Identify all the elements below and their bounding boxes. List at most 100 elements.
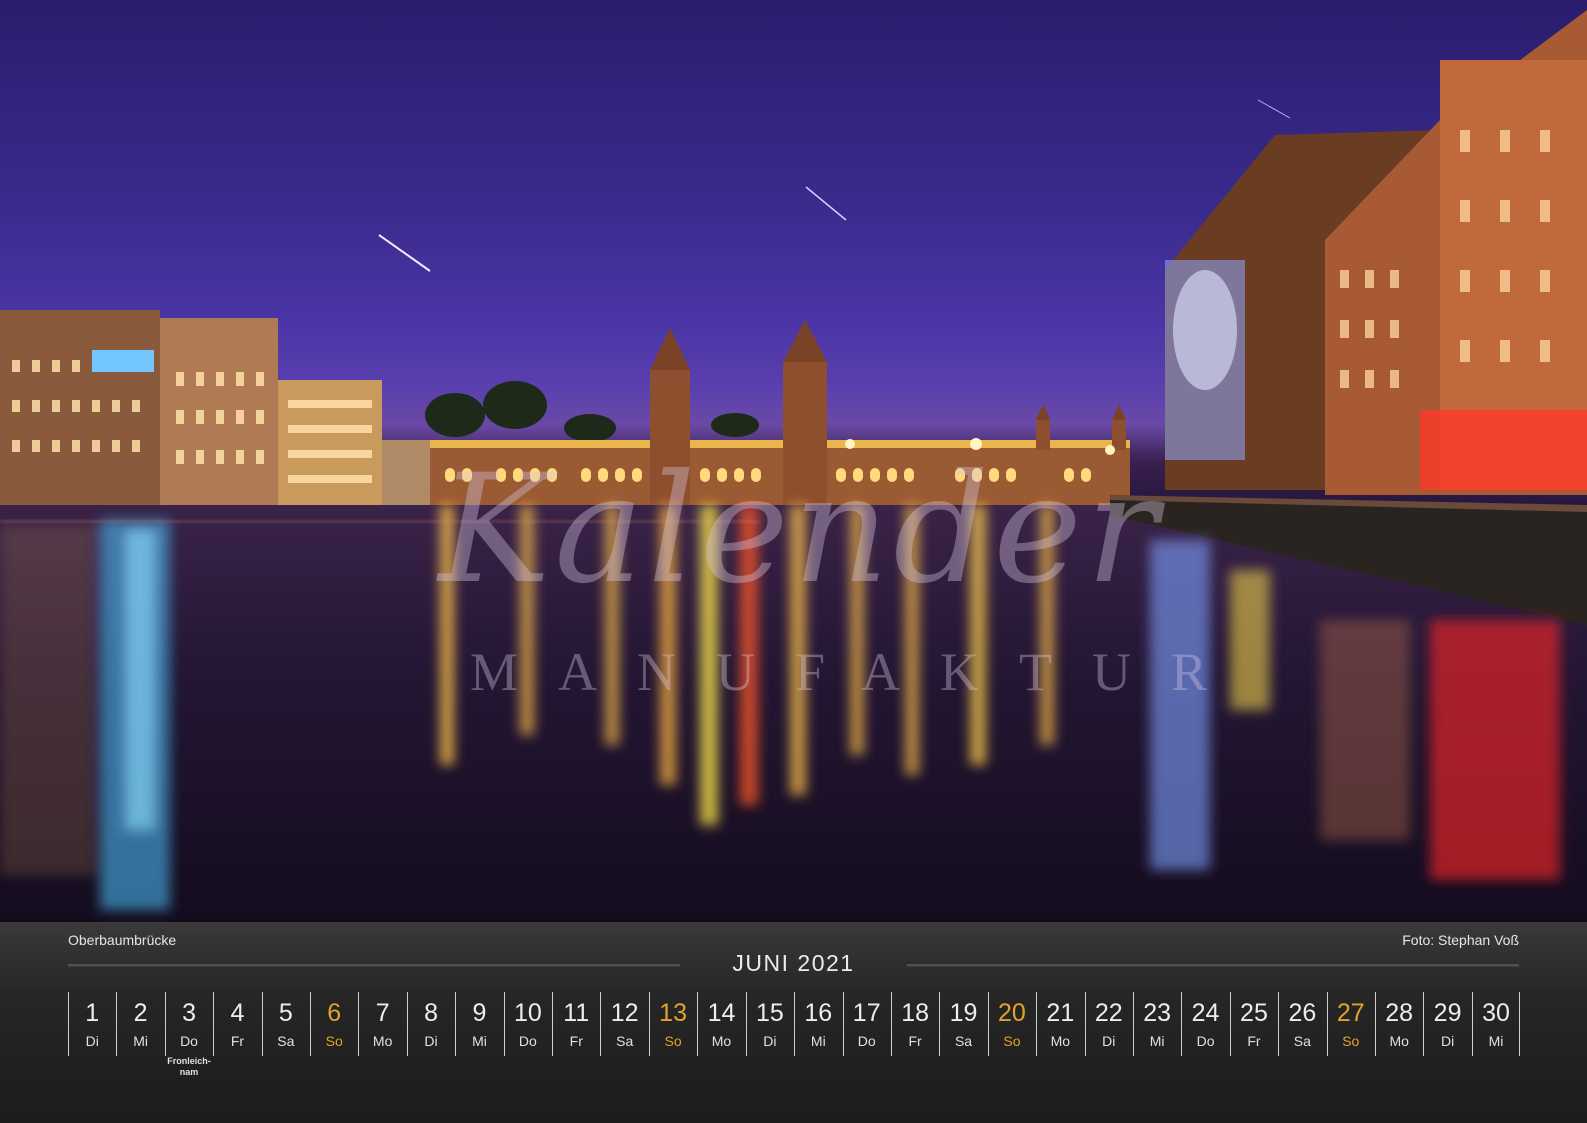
weekday-label: Fr [908, 1033, 922, 1049]
calendar-page: Kalender MANUFAKTUR Oberbaumbrücke Foto:… [0, 0, 1587, 1123]
day-cell: 24 Do [1181, 992, 1229, 1102]
day-number: 7 [375, 999, 390, 1027]
day-cell: 9 Mi [455, 992, 503, 1102]
day-cell: 26 Sa [1278, 992, 1326, 1102]
day-number: 20 [998, 999, 1026, 1027]
weekday-label: Sa [277, 1033, 295, 1049]
day-cell: 16 Mi [794, 992, 842, 1102]
day-cell: 14 Mo [697, 992, 745, 1102]
day-number: 1 [85, 999, 100, 1027]
weekday-label: Mi [1488, 1033, 1504, 1049]
day-cell: 2 Mi [116, 992, 164, 1102]
day-number: 29 [1433, 999, 1462, 1027]
weekday-label: So [1003, 1033, 1021, 1049]
day-number: 16 [804, 999, 833, 1027]
star-trail [805, 186, 847, 221]
weekday-label: Fr [1247, 1033, 1261, 1049]
weekday-label: Mi [133, 1033, 148, 1049]
day-number: 13 [659, 999, 687, 1027]
weekday-label: Mo [1389, 1033, 1409, 1049]
day-number: 25 [1240, 999, 1268, 1027]
weekday-label: Do [857, 1033, 876, 1049]
day-number: 9 [472, 999, 487, 1027]
day-number: 10 [513, 999, 542, 1027]
day-cell: 23 Mi [1132, 992, 1181, 1102]
day-number: 19 [949, 999, 978, 1027]
day-number: 26 [1288, 999, 1317, 1027]
star-trail [1257, 99, 1291, 119]
day-number: 11 [563, 999, 590, 1027]
day-cell: 17 Do [842, 992, 891, 1102]
star-trail [378, 234, 431, 272]
day-number: 12 [610, 999, 639, 1027]
day-cell: 21 Mo [1036, 992, 1084, 1102]
weekday-label: Di [1102, 1033, 1116, 1049]
day-cell: 30 Mi [1471, 992, 1521, 1102]
weekday-label: Sa [954, 1033, 973, 1049]
day-cell: 5 Sa [261, 992, 310, 1102]
day-number: 6 [327, 999, 342, 1027]
weekday-label: Sa [616, 1033, 634, 1049]
weekday-label: Mi [472, 1033, 487, 1049]
weekday-label: So [1342, 1033, 1360, 1049]
photo-oberbaumbruecke: Kalender MANUFAKTUR [0, 0, 1587, 922]
day-cell: 18 Fr [890, 992, 939, 1102]
weekday-label: Di [763, 1033, 777, 1049]
weekday-label: Mi [810, 1033, 826, 1049]
trees [425, 381, 759, 442]
day-cell: 27 So [1326, 992, 1375, 1102]
day-number: 24 [1191, 999, 1220, 1027]
day-number: 15 [755, 999, 784, 1027]
month-divider-right [907, 964, 1519, 967]
day-number: 5 [278, 999, 293, 1027]
day-number: 21 [1046, 999, 1075, 1027]
day-cell: 11 Fr [552, 992, 600, 1102]
day-cell: 8 Di [406, 992, 455, 1102]
weekday-label: Do [518, 1033, 537, 1049]
day-number: 18 [901, 999, 930, 1027]
weekday-label: So [664, 1033, 682, 1049]
day-number: 23 [1143, 999, 1172, 1027]
day-cell: 19 Sa [939, 992, 987, 1102]
weekday-label: Fr [569, 1033, 583, 1049]
weekday-label: Fr [230, 1033, 245, 1049]
watermark-sub: MANUFAKTUR [470, 642, 1248, 702]
weekday-label: So [325, 1033, 343, 1049]
calendar-strip: Oberbaumbrücke Foto: Stephan Voß JUNI 20… [0, 922, 1587, 1123]
day-number: 2 [133, 999, 148, 1027]
day-number: 17 [852, 999, 881, 1027]
day-cell: 13 So [648, 992, 697, 1102]
weekday-label: Do [180, 1033, 198, 1049]
day-cell: 10 Do [503, 992, 552, 1102]
watermark-script: Kalender [438, 443, 1162, 617]
weekday-label: Mi [1149, 1033, 1165, 1049]
day-cell: 28 Mo [1374, 992, 1423, 1102]
day-cell: 29 Di [1423, 992, 1471, 1102]
day-number: 8 [424, 999, 438, 1027]
day-number: 4 [230, 999, 245, 1027]
day-cell: 12 Sa [600, 992, 648, 1102]
day-number: 27 [1336, 999, 1365, 1027]
day-cell: 25 Fr [1229, 992, 1278, 1102]
weekday-label: Mo [1050, 1033, 1071, 1049]
left-buildings [0, 310, 430, 505]
day-number: 30 [1482, 999, 1510, 1027]
days-row: 1 Di 2 Mi 3 Do Fronleich- nam 4 Fr 5 Sa 6 So 7 Mo 8 Di 9 M… [68, 992, 1521, 1102]
day-number: 28 [1385, 999, 1414, 1027]
day-cell: 6 So [310, 992, 358, 1102]
day-cell: 22 Di [1084, 992, 1133, 1102]
month-header: JUNI 2021 [68, 950, 1519, 980]
photo-caption: Oberbaumbrücke [68, 932, 177, 948]
day-number: 14 [707, 999, 736, 1027]
weekday-label: Mo [372, 1033, 393, 1049]
weekday-label: Di [1440, 1033, 1455, 1049]
weekday-label: Di [424, 1033, 438, 1049]
day-cell: 15 Di [745, 992, 794, 1102]
weekday-label: Mo [711, 1033, 732, 1049]
day-number: 3 [182, 999, 196, 1027]
weekday-label: Di [85, 1033, 99, 1049]
photo-credit: Foto: Stephan Voß [1402, 932, 1519, 948]
day-cell: 4 Fr [213, 992, 261, 1102]
day-cell: 20 So [987, 992, 1036, 1102]
day-number: 22 [1094, 999, 1123, 1027]
